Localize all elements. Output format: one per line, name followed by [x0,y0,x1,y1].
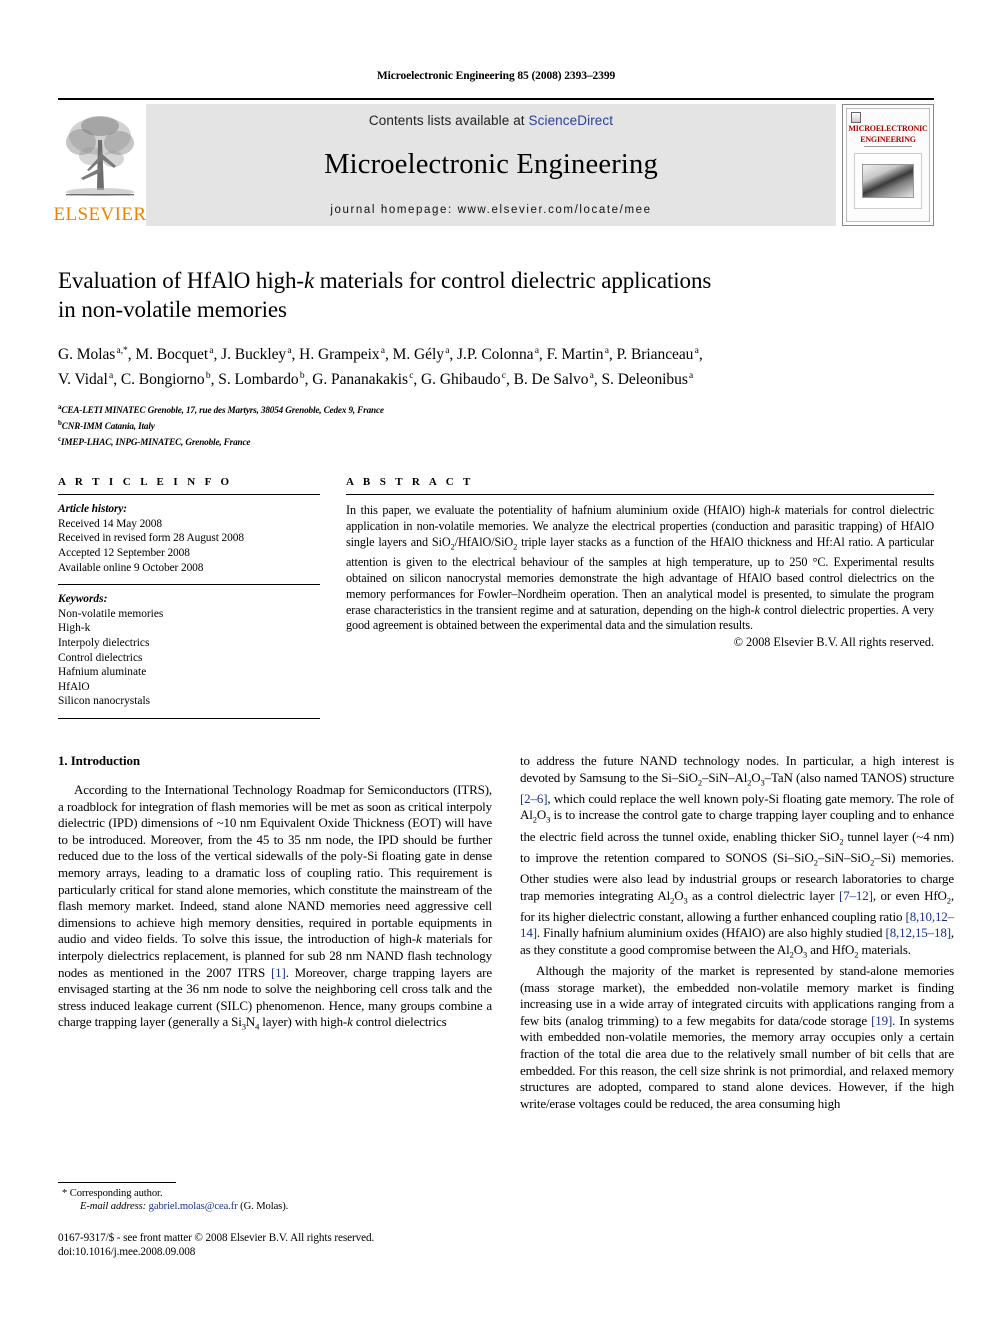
title-line-2: in non-volatile memories [58,297,287,322]
citation-ref[interactable]: [8,12,15–18] [886,925,952,940]
journal-masthead: ELSEVIER Contents lists available at Sci… [54,98,934,226]
section-heading-introduction: 1. Introduction [58,753,141,768]
masthead-center-band: Contents lists available at ScienceDirec… [146,104,836,226]
email-link[interactable]: gabriel.molas@cea.fr [149,1201,238,1212]
cover-illustration-shape [862,164,914,198]
affiliation-b: bCNR-IMM Catania, Italy [58,418,155,432]
article-history-block: Article history: Received 14 May 2008 Re… [58,495,320,575]
affiliation-c-text: IMEP-LHAC, INPG-MINATEC, Grenoble, Franc… [60,436,251,447]
title-line-1: Evaluation of HfAlO high-k materials for… [58,268,712,293]
email-note: E-mail address: gabriel.molas@cea.fr (G.… [58,1200,492,1213]
contents-available-line: Contents lists available at ScienceDirec… [369,113,613,128]
abstract-copyright: © 2008 Elsevier B.V. All rights reserved… [733,635,934,650]
cover-publisher-mark-icon [851,112,861,123]
article-info-column: A R T I C L E I N F O Article history: R… [58,476,320,719]
page-title: Evaluation of HfAlO high-k materials for… [58,266,934,324]
corresponding-author-note: * Corresponding author. [58,1187,492,1200]
keyword-item: Silicon nanocrystals [58,695,151,708]
history-item: Available online 9 October 2008 [58,561,204,574]
footnote-rule [58,1182,176,1183]
intro-paragraph-right-1: to address the future NAND technology no… [520,753,954,960]
citation-ref[interactable]: [1] [271,965,286,980]
journal-title: Microelectronic Engineering [324,149,658,180]
doi-line: doi:10.1016/j.mee.2008.09.008 [58,1245,196,1258]
history-item: Received in revised form 28 August 2008 [58,532,244,545]
keywords-label: Keywords: [58,593,108,606]
info-and-abstract: A R T I C L E I N F O Article history: R… [58,476,934,719]
affiliation-a: aCEA-LETI MINATEC Grenoble, 17, rue des … [58,403,384,416]
cover-title-line2: ENGINEERING [860,134,916,144]
abstract-text: In this paper, we evaluate the potential… [346,503,934,633]
keyword-item: Hafnium aluminate [58,666,147,679]
corresponding-author-label: Corresponding author. [69,1188,163,1199]
elsevier-wordmark: ELSEVIER [53,204,147,225]
article-info-heading: A R T I C L E I N F O [58,476,233,489]
abstract-column: A B S T R A C T In this paper, we evalua… [346,476,934,719]
abstract-heading: A B S T R A C T [346,476,474,489]
body-column-gap [492,753,520,1112]
author-list: G. Molas a,*, M. Bocquet a, J. Buckley a… [58,341,934,390]
running-head: Microelectronic Engineering 85 (2008) 23… [376,70,616,82]
elsevier-tree-icon [66,116,134,196]
keyword-item: High-k [58,622,91,635]
keyword-item: Control dielectrics [58,651,143,664]
intro-paragraph-left: According to the International Technolog… [58,782,492,1032]
journal-homepage-line[interactable]: journal homepage: www.elsevier.com/locat… [330,204,651,216]
cover-title-line1: MICROELECTRONIC [848,124,928,133]
citation-ref[interactable]: [19] [871,1013,892,1028]
affiliation-c: cIMEP-LHAC, INPG-MINATEC, Grenoble, Fran… [58,434,251,447]
author-line-1: G. Molas a,*, M. Bocquet a, J. Buckley a… [58,346,703,364]
history-item: Accepted 12 September 2008 [58,547,190,560]
journal-cover-thumbnail: MICROELECTRONIC ENGINEERING [842,104,934,226]
citation-ref[interactable]: [2–6] [520,791,548,806]
history-item: Received 14 May 2008 [58,517,162,530]
article-info-bottom-rule [58,718,320,719]
sciencedirect-link[interactable]: ScienceDirect [529,113,614,128]
cover-divider [863,146,913,147]
cover-illustration [853,153,923,209]
issn-line: 0167-9317/$ - see front matter © 2008 El… [58,1231,375,1244]
elsevier-logo: ELSEVIER [54,104,146,226]
keywords-block: Keywords: Non-volatile memories High-k I… [58,585,320,709]
email-owner: (G. Molas). [240,1201,289,1213]
column-gap [320,476,346,719]
citation-ref[interactable]: [7–12] [839,888,873,903]
keyword-item: HfAlO [58,680,90,693]
affiliation-list: aCEA-LETI MINATEC Grenoble, 17, rue des … [58,401,934,448]
article-history-label: Article history: [58,503,127,516]
body-right-column: to address the future NAND technology no… [520,753,954,1112]
affiliation-b-text: CNR-IMM Catania, Italy [61,421,155,432]
footnote-block: * Corresponding author. E-mail address: … [58,1182,492,1259]
article-page: Microelectronic Engineering 85 (2008) 23… [0,0,992,1323]
author-line-2: V. Vidal a, C. Bongiorno b, S. Lombardo … [58,370,694,388]
title-block: Evaluation of HfAlO high-k materials for… [58,266,934,448]
keyword-item: Interpoly dielectrics [58,637,150,650]
email-label: E-mail address: [80,1201,147,1213]
intro-paragraph-right-2: Although the majority of the market is r… [520,963,954,1111]
body-columns: 1. Introduction According to the Interna… [58,753,954,1112]
issn-copyright-block: 0167-9317/$ - see front matter © 2008 El… [58,1231,492,1259]
body-left-column: 1. Introduction According to the Interna… [58,753,492,1112]
corresponding-author-marker: * [62,1188,68,1199]
keyword-item: Non-volatile memories [58,607,164,620]
affiliation-a-text: CEA-LETI MINATEC Grenoble, 17, rue des M… [61,405,384,416]
contents-prefix: Contents lists available at [368,113,529,128]
